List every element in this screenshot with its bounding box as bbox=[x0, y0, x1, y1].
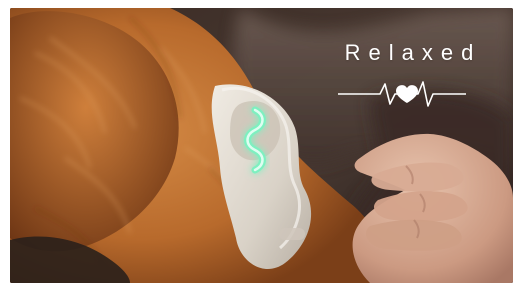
overlay-status-text: Relaxed bbox=[344, 40, 482, 65]
heartbeat-heart-icon bbox=[338, 81, 466, 107]
photo-frame: Relaxed bbox=[10, 8, 513, 283]
